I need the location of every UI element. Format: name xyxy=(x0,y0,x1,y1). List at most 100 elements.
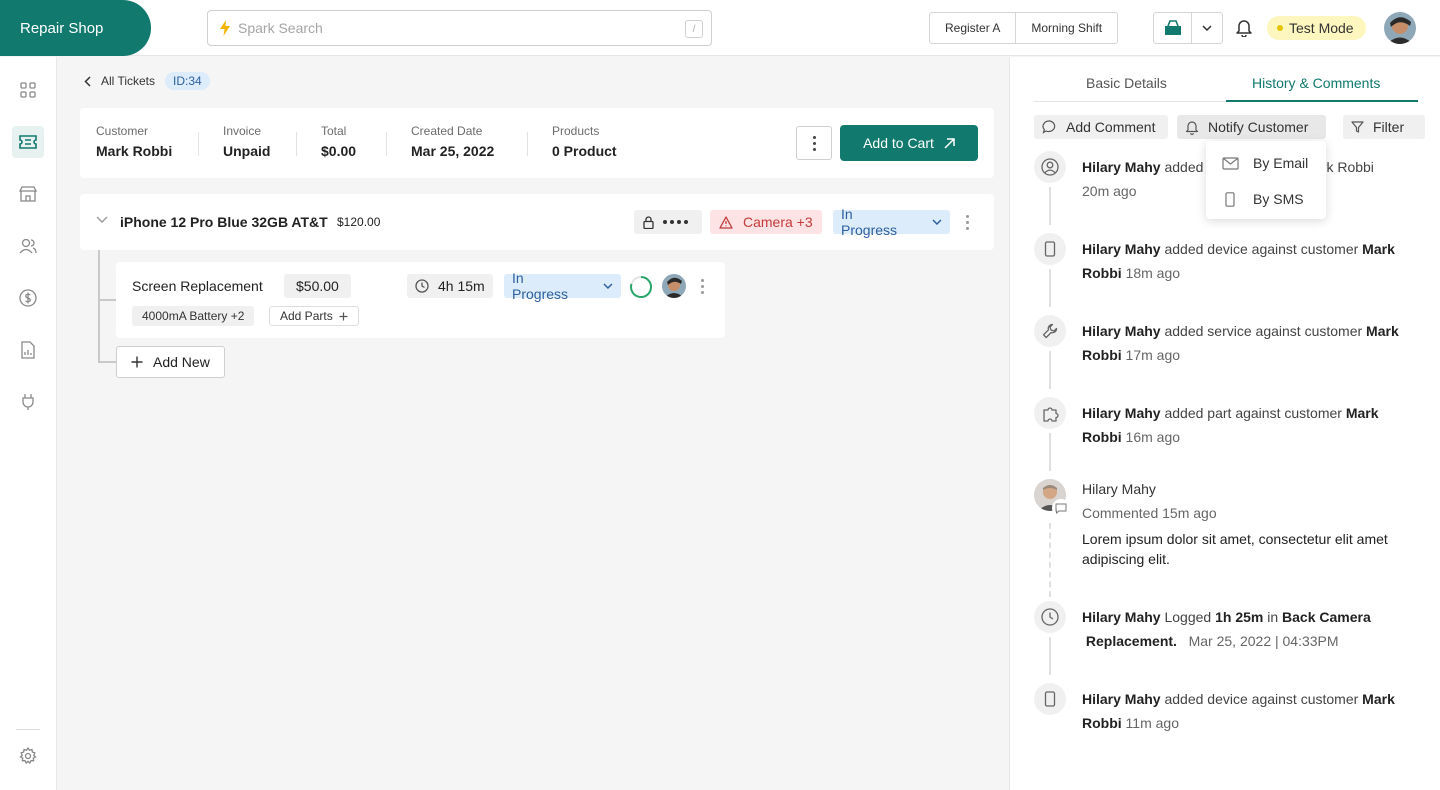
cash-drawer-button[interactable] xyxy=(1154,13,1192,43)
top-bar: Repair Shop Spark Search / Register A Mo… xyxy=(0,0,1440,56)
customer-value[interactable]: Mark Robbi xyxy=(96,143,172,159)
report-icon xyxy=(21,341,35,359)
brand-logo[interactable]: Repair Shop xyxy=(0,0,151,56)
add-comment-button[interactable]: Add Comment xyxy=(1034,115,1168,139)
service-time[interactable]: 4h 15m xyxy=(407,274,493,298)
filter-button[interactable]: Filter xyxy=(1343,115,1425,139)
invoice-value: Unpaid xyxy=(223,143,271,159)
filter-label: Filter xyxy=(1373,119,1405,135)
add-to-cart-label: Add to Cart xyxy=(863,135,934,151)
chevron-down-icon[interactable] xyxy=(96,216,108,223)
created-value: Mar 25, 2022 xyxy=(411,143,495,159)
warning-icon xyxy=(719,215,733,229)
sidebar-item-tickets[interactable] xyxy=(12,126,44,158)
add-to-cart-button[interactable]: Add to Cart xyxy=(840,125,978,161)
device-status-label: In Progress xyxy=(841,206,898,238)
service-title[interactable]: Screen Replacement xyxy=(132,278,263,294)
by-sms-label: By SMS xyxy=(1253,191,1304,207)
commenter-avatar xyxy=(1034,479,1070,517)
notify-customer-button[interactable]: Notify Customer xyxy=(1177,115,1326,139)
search-input[interactable]: Spark Search / xyxy=(207,10,712,46)
comment-badge xyxy=(1052,499,1070,517)
sidebar-item-customers[interactable] xyxy=(12,230,44,262)
tab-history-comments[interactable]: History & Comments xyxy=(1252,75,1380,91)
clock-icon xyxy=(415,279,429,293)
test-mode-label: Test Mode xyxy=(1289,20,1354,36)
lightning-icon xyxy=(220,20,230,36)
service-status-label: In Progress xyxy=(512,270,569,302)
total-label: Total xyxy=(321,124,347,138)
dollar-icon xyxy=(19,289,37,307)
sidebar xyxy=(0,57,57,790)
more-options-button[interactable] xyxy=(796,126,832,160)
service-card: Screen Replacement $50.00 4h 15m In Prog… xyxy=(116,262,725,338)
timeline-line xyxy=(1049,433,1051,471)
add-new-label: Add New xyxy=(153,354,210,370)
plug-icon xyxy=(22,394,34,410)
service-menu-icon[interactable] xyxy=(701,279,704,294)
add-parts-button[interactable]: Add Parts xyxy=(269,306,359,326)
divider xyxy=(296,132,297,156)
add-parts-label: Add Parts xyxy=(280,309,333,323)
chevron-down-icon xyxy=(932,219,942,225)
cash-drawer-split-button xyxy=(1153,12,1223,44)
part-chip[interactable]: 4000mA Battery +2 xyxy=(132,306,255,326)
user-avatar[interactable] xyxy=(1384,12,1416,44)
products-value: 0 Product xyxy=(552,143,617,159)
part-label: 4000mA Battery +2 xyxy=(142,309,245,323)
timeline-line xyxy=(1049,187,1051,225)
technician-avatar[interactable] xyxy=(662,274,686,298)
plus-icon xyxy=(339,312,348,320)
sidebar-item-sales[interactable] xyxy=(12,282,44,314)
divider xyxy=(386,132,387,156)
timeline-line xyxy=(1049,637,1051,675)
sidebar-item-reports[interactable] xyxy=(12,334,44,366)
device-issues-label: Camera +3 xyxy=(743,214,813,230)
clock-icon xyxy=(1041,608,1059,626)
sidebar-item-store[interactable] xyxy=(12,178,44,210)
mail-icon xyxy=(1222,156,1239,170)
wrench-icon xyxy=(1042,323,1058,339)
add-new-button[interactable]: Add New xyxy=(116,346,225,378)
details-panel: Basic Details History & Comments Add Com… xyxy=(1009,57,1440,790)
history-entry: Hilary Mahy added device against custome… xyxy=(1082,691,1395,731)
invoice-label: Invoice xyxy=(223,124,262,138)
test-mode-badge: Test Mode xyxy=(1267,16,1366,40)
status-dot xyxy=(1277,25,1283,31)
history-entry: Hilary Mahy added device against custome… xyxy=(1082,241,1395,281)
timeline-line xyxy=(1049,351,1051,389)
cash-drawer-dropdown[interactable] xyxy=(1192,13,1222,43)
chevron-left-icon[interactable] xyxy=(84,75,91,87)
phone-icon xyxy=(1225,191,1235,207)
device-menu-icon[interactable] xyxy=(966,215,969,230)
timeline-line xyxy=(1049,523,1051,597)
products-label: Products xyxy=(552,124,600,138)
summary-products: Products 0 Product xyxy=(552,124,617,159)
store-icon xyxy=(19,186,37,202)
all-tickets-link[interactable]: All Tickets xyxy=(101,74,155,88)
phone-icon xyxy=(1044,241,1056,257)
history-icon xyxy=(1034,315,1066,347)
register-button[interactable]: Register A xyxy=(930,13,1015,43)
phone-icon xyxy=(1044,691,1056,707)
sidebar-item-dashboard[interactable] xyxy=(12,74,44,106)
notify-by-email[interactable]: By Email xyxy=(1222,155,1308,171)
device-status-select[interactable]: In Progress xyxy=(833,206,950,238)
device-row: iPhone 12 Pro Blue 32GB AT&T $120.00 Cam… xyxy=(80,194,994,250)
passcode-field[interactable] xyxy=(634,210,702,234)
comment-text: Lorem ipsum dolor sit amet, consectetur … xyxy=(1082,531,1388,567)
sidebar-item-settings[interactable] xyxy=(12,740,44,772)
device-name[interactable]: iPhone 12 Pro Blue 32GB AT&T xyxy=(120,214,328,230)
notifications-button[interactable] xyxy=(1236,19,1252,37)
tree-connector xyxy=(98,250,100,362)
tab-basic-details[interactable]: Basic Details xyxy=(1086,75,1167,91)
device-issues-badge[interactable]: Camera +3 xyxy=(710,210,822,234)
timeline-line xyxy=(1049,269,1051,307)
notify-by-sms[interactable]: By SMS xyxy=(1222,191,1304,207)
service-time-label: 4h 15m xyxy=(438,278,485,294)
service-status-select[interactable]: In Progress xyxy=(504,270,621,302)
shift-button[interactable]: Morning Shift xyxy=(1015,13,1117,43)
service-amount[interactable]: $50.00 xyxy=(284,274,351,298)
divider xyxy=(198,132,199,156)
sidebar-item-integrations[interactable] xyxy=(12,386,44,418)
